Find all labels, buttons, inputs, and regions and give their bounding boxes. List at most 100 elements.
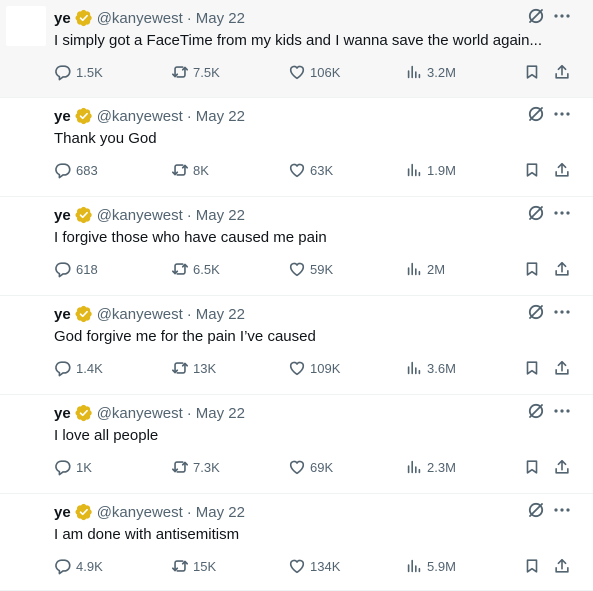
reply-button[interactable]: 683 [54, 159, 98, 181]
author-handle[interactable]: @kanyewest [97, 10, 183, 27]
share-button[interactable] [553, 61, 571, 83]
views-button[interactable]: 3.2M [405, 61, 456, 83]
like-button[interactable]: 59K [288, 258, 333, 280]
author-handle[interactable]: @kanyewest [97, 108, 183, 125]
reply-button[interactable]: 1K [54, 456, 92, 478]
more-icon[interactable] [552, 6, 572, 26]
avatar[interactable] [6, 401, 46, 441]
gold-verified-badge-icon[interactable] [75, 206, 93, 224]
separator-dot: · [186, 107, 192, 125]
more-icon[interactable] [552, 401, 572, 421]
tweet-date[interactable]: May 22 [196, 207, 245, 224]
gold-verified-badge-icon[interactable] [75, 9, 93, 27]
reply-button[interactable]: 1.4K [54, 357, 103, 379]
like-button[interactable]: 134K [288, 555, 340, 577]
views-button[interactable]: 1.9M [405, 159, 456, 181]
tweet-date[interactable]: May 22 [196, 405, 245, 422]
author-name[interactable]: ye [54, 10, 71, 27]
share-button[interactable] [553, 258, 571, 280]
share-icon [555, 558, 569, 573]
like-button[interactable]: 109K [288, 357, 340, 379]
views-button[interactable]: 2.3M [405, 456, 456, 478]
share-button[interactable] [553, 555, 571, 577]
gold-verified-badge-icon[interactable] [75, 404, 93, 422]
grok-icon[interactable] [526, 302, 546, 322]
retweet-button[interactable]: 8K [171, 159, 209, 181]
views-button[interactable]: 2M [405, 258, 445, 280]
avatar[interactable] [6, 6, 46, 46]
avatar[interactable] [6, 302, 46, 342]
retweet-count: 8K [193, 162, 209, 178]
tweet-date[interactable]: May 22 [196, 108, 245, 125]
reply-button[interactable]: 4.9K [54, 555, 103, 577]
tweet-text: I forgive those who have caused me pain [54, 229, 327, 246]
gold-verified-badge-icon[interactable] [75, 107, 93, 125]
reply-count: 1.5K [76, 64, 103, 80]
tweet[interactable]: ye @kanyewest · May 22 I am done with an… [0, 494, 593, 591]
more-icon[interactable] [552, 302, 572, 322]
more-icon[interactable] [552, 203, 572, 223]
tweet-text: I love all people [54, 427, 159, 444]
grok-icon[interactable] [526, 104, 546, 124]
author-name[interactable]: ye [54, 405, 71, 422]
avatar[interactable] [6, 500, 46, 540]
author-handle[interactable]: @kanyewest [97, 405, 183, 422]
views-button[interactable]: 5.9M [405, 555, 456, 577]
avatar[interactable] [6, 203, 46, 243]
like-button[interactable]: 69K [288, 456, 333, 478]
more-icon[interactable] [552, 500, 572, 520]
tweet-feed: ye @kanyewest · May 22 I simply got a Fa… [0, 0, 593, 591]
tweet-date[interactable]: May 22 [196, 306, 245, 323]
grok-icon[interactable] [526, 401, 546, 421]
author-name[interactable]: ye [54, 207, 71, 224]
bookmark-button[interactable] [523, 258, 541, 280]
tweet-date[interactable]: May 22 [196, 504, 245, 521]
author-handle[interactable]: @kanyewest [97, 504, 183, 521]
views-count: 2M [427, 261, 446, 277]
gold-verified-badge-icon[interactable] [75, 503, 93, 521]
retweet-button[interactable]: 15K [171, 555, 216, 577]
reply-count: 618 [76, 261, 98, 277]
bookmark-button[interactable] [523, 357, 541, 379]
tweet-actions: 1K 7.3K 69K 2.3M [0, 456, 593, 478]
tweet[interactable]: ye @kanyewest · May 22 God forgive me fo… [0, 296, 593, 395]
grok-icon[interactable] [526, 500, 546, 520]
gold-verified-badge-icon[interactable] [75, 305, 93, 323]
bookmark-button[interactable] [523, 456, 541, 478]
retweet-button[interactable]: 13K [171, 357, 216, 379]
author-handle[interactable]: @kanyewest [97, 207, 183, 224]
tweet-date[interactable]: May 22 [196, 10, 245, 27]
tweet[interactable]: ye @kanyewest · May 22 Thank you God 683… [0, 98, 593, 197]
more-icon[interactable] [552, 104, 572, 124]
bookmark-icon [526, 361, 538, 375]
avatar[interactable] [6, 104, 46, 144]
share-icon [555, 64, 569, 79]
tweet[interactable]: ye @kanyewest · May 22 I simply got a Fa… [0, 0, 593, 98]
grok-icon[interactable] [526, 203, 546, 223]
retweet-button[interactable]: 6.5K [171, 258, 220, 280]
reply-button[interactable]: 618 [54, 258, 98, 280]
retweet-button[interactable]: 7.3K [171, 456, 220, 478]
bookmark-button[interactable] [523, 159, 541, 181]
tweet[interactable]: ye @kanyewest · May 22 I love all people [0, 395, 593, 494]
author-name[interactable]: ye [54, 108, 71, 125]
retweet-button[interactable]: 7.5K [171, 61, 220, 83]
retweet-icon [171, 66, 189, 78]
views-icon [407, 262, 421, 276]
like-button[interactable]: 106K [288, 61, 340, 83]
share-button[interactable] [553, 357, 571, 379]
author-handle[interactable]: @kanyewest [97, 306, 183, 323]
share-button[interactable] [553, 456, 571, 478]
views-button[interactable]: 3.6M [405, 357, 456, 379]
grok-icon[interactable] [526, 6, 546, 26]
share-button[interactable] [553, 159, 571, 181]
tweet[interactable]: ye @kanyewest · May 22 I forgive those w… [0, 197, 593, 296]
tweet-text: I am done with antisemitism [54, 526, 240, 543]
author-name[interactable]: ye [54, 504, 71, 521]
bookmark-button[interactable] [523, 61, 541, 83]
author-name[interactable]: ye [54, 306, 71, 323]
bookmark-button[interactable] [523, 555, 541, 577]
reply-button[interactable]: 1.5K [54, 61, 103, 83]
like-button[interactable]: 63K [288, 159, 333, 181]
tweet-header: ye @kanyewest · May 22 [54, 304, 245, 324]
